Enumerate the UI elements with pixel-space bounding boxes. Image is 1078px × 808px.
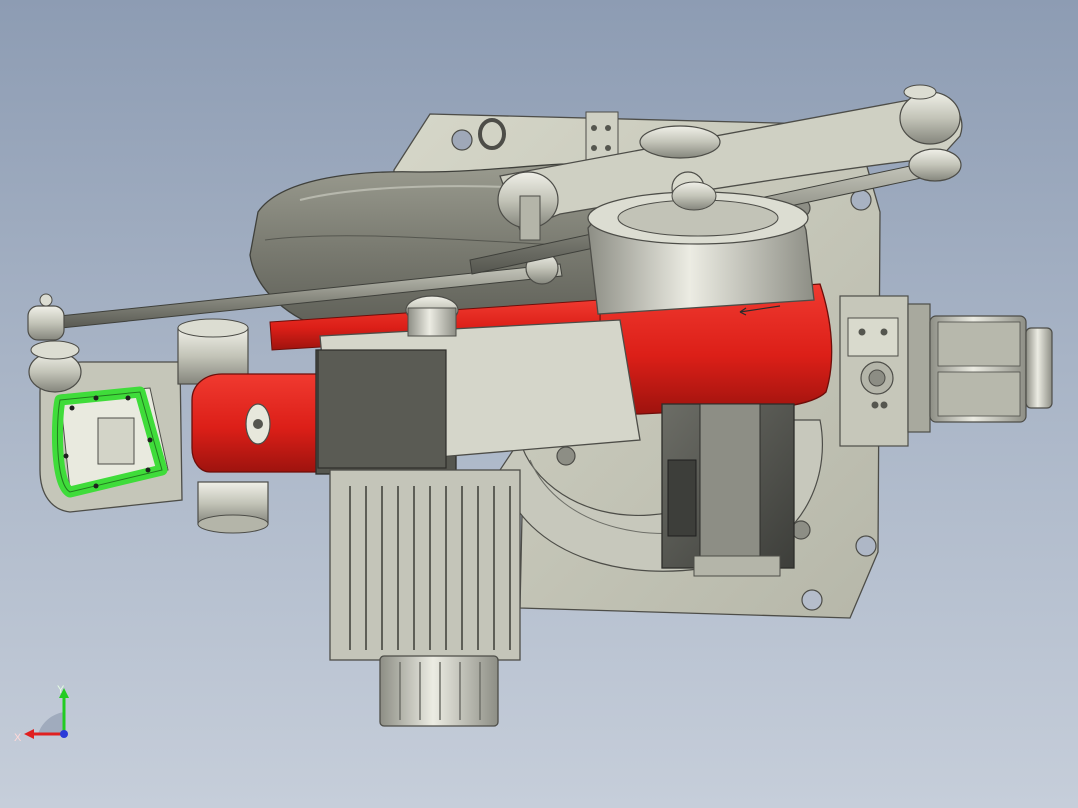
joint-cylinder-cap[interactable]: [587, 181, 815, 315]
screw-icon: [880, 401, 888, 409]
coordinate-triad-icon: X Y: [10, 682, 80, 752]
roller-bottom[interactable]: [197, 481, 269, 534]
mount-hole: [801, 589, 823, 611]
mount-hole: [451, 129, 473, 151]
red-arm-housing[interactable]: [191, 373, 331, 473]
right-connector-module[interactable]: [839, 295, 1053, 447]
screw-icon: [880, 328, 888, 336]
roller-left-top[interactable]: [28, 340, 82, 393]
cad-viewport[interactable]: X Y: [0, 0, 1078, 808]
y-axis-label: Y: [57, 684, 65, 696]
mount-hole: [850, 189, 872, 211]
model-assembly[interactable]: [0, 0, 1078, 808]
x-axis-label: X: [14, 732, 22, 744]
mount-hole: [556, 446, 576, 466]
servo-motor-bottom[interactable]: [329, 469, 521, 727]
screw-icon: [871, 401, 879, 409]
servo-motor-right[interactable]: [661, 403, 795, 577]
screw-icon: [858, 328, 866, 336]
mount-hole: [855, 535, 877, 557]
